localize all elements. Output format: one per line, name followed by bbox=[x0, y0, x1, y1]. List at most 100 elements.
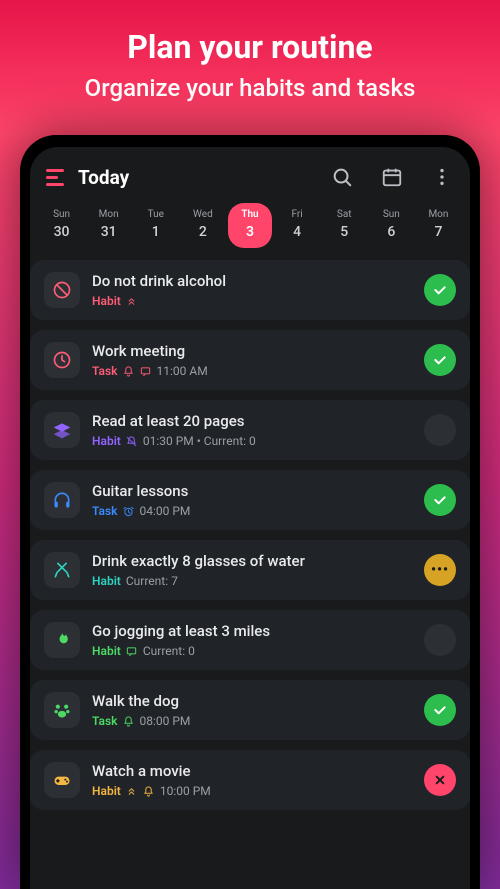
day-6[interactable]: Sun 6 bbox=[370, 203, 413, 248]
list-item[interactable]: Do not drink alcohol Habit bbox=[30, 260, 470, 320]
item-content: Read at least 20 pages Habit 01:30 PM • … bbox=[92, 412, 412, 448]
menu-icon[interactable] bbox=[46, 169, 64, 186]
item-name: Read at least 20 pages bbox=[92, 412, 412, 430]
day-3[interactable]: Thu 3 bbox=[228, 203, 271, 248]
item-content: Guitar lessons Task 04:00 PM bbox=[92, 482, 412, 518]
status-done[interactable] bbox=[424, 484, 456, 516]
day-num: 6 bbox=[387, 224, 395, 240]
item-name: Work meeting bbox=[92, 342, 412, 360]
comment-icon bbox=[140, 365, 152, 377]
day-dow: Thu bbox=[228, 209, 271, 220]
item-name: Drink exactly 8 glasses of water bbox=[92, 552, 412, 570]
status-none[interactable] bbox=[424, 624, 456, 656]
list-item[interactable]: Guitar lessons Task 04:00 PM bbox=[30, 470, 470, 530]
list-item[interactable]: Drink exactly 8 glasses of water Habit C… bbox=[30, 540, 470, 600]
ban-icon bbox=[44, 272, 80, 308]
item-detail: Current: 0 bbox=[143, 644, 195, 658]
status-fail[interactable] bbox=[424, 764, 456, 796]
item-detail: 04:00 PM bbox=[140, 504, 191, 518]
search-icon[interactable] bbox=[330, 165, 354, 189]
item-name: Watch a movie bbox=[92, 762, 412, 780]
day-30[interactable]: Sun 30 bbox=[40, 203, 83, 248]
day-num: 31 bbox=[101, 224, 117, 240]
item-kind: Task bbox=[92, 504, 118, 518]
day-num: 5 bbox=[340, 224, 348, 240]
promo-title: Plan your routine bbox=[0, 28, 500, 66]
item-kind: Task bbox=[92, 714, 118, 728]
item-detail: 10:00 PM bbox=[160, 784, 211, 798]
day-5[interactable]: Sat 5 bbox=[323, 203, 366, 248]
day-num: 1 bbox=[152, 224, 160, 240]
priority-icon bbox=[126, 295, 138, 307]
item-detail: 01:30 PM • Current: 0 bbox=[143, 434, 256, 448]
headphones-icon bbox=[44, 482, 80, 518]
day-num: 4 bbox=[293, 224, 301, 240]
utensils-icon bbox=[44, 552, 80, 588]
day-dow: Fri bbox=[276, 209, 319, 220]
item-kind: Habit bbox=[92, 644, 121, 658]
list-item[interactable]: Work meeting Task 11:00 AM bbox=[30, 330, 470, 390]
bell-icon bbox=[123, 365, 135, 377]
day-dow: Mon bbox=[417, 209, 460, 220]
list-item[interactable]: Go jogging at least 3 miles Habit Curren… bbox=[30, 610, 470, 670]
calendar-icon[interactable] bbox=[380, 165, 404, 189]
item-kind: Habit bbox=[92, 294, 121, 308]
status-none[interactable] bbox=[424, 414, 456, 446]
book-icon bbox=[44, 412, 80, 448]
status-done[interactable] bbox=[424, 694, 456, 726]
bell-icon bbox=[123, 715, 135, 727]
item-name: Do not drink alcohol bbox=[92, 272, 412, 290]
flame-icon bbox=[44, 622, 80, 658]
item-kind: Habit bbox=[92, 434, 121, 448]
day-4[interactable]: Fri 4 bbox=[276, 203, 319, 248]
item-detail: Current: 7 bbox=[126, 574, 178, 588]
item-content: Watch a movie Habit 10:00 PM bbox=[92, 762, 412, 798]
item-content: Go jogging at least 3 miles Habit Curren… bbox=[92, 622, 412, 658]
item-kind: Habit bbox=[92, 784, 121, 798]
item-content: Drink exactly 8 glasses of water Habit C… bbox=[92, 552, 412, 588]
list-item[interactable]: Watch a movie Habit 10:00 PM bbox=[30, 750, 470, 810]
bell-mute-icon bbox=[126, 435, 138, 447]
day-2[interactable]: Wed2 bbox=[181, 203, 224, 248]
day-num: 3 bbox=[246, 224, 254, 240]
week-strip: Sun 30 Mon 31 Tue 1 Wed2 Thu 3 Fri 4 Sat 5 Sun 6 Mon 7 bbox=[30, 203, 470, 260]
priority-icon bbox=[126, 785, 138, 797]
day-dow: Sun bbox=[40, 209, 83, 220]
item-content: Work meeting Task 11:00 AM bbox=[92, 342, 412, 378]
item-detail: 08:00 PM bbox=[140, 714, 191, 728]
day-num: 2 bbox=[199, 224, 207, 240]
status-pending[interactable]: ••• bbox=[424, 554, 456, 586]
item-kind: Task bbox=[92, 364, 118, 378]
more-icon[interactable] bbox=[430, 165, 454, 189]
alarm-icon bbox=[123, 505, 135, 517]
day-dow: Sun bbox=[370, 209, 413, 220]
habit-list: Do not drink alcohol Habit Work meeting … bbox=[30, 260, 470, 810]
day-dow: Sat bbox=[323, 209, 366, 220]
page-title: Today bbox=[78, 166, 304, 189]
day-num: 30 bbox=[54, 224, 70, 240]
gamepad-icon bbox=[44, 762, 80, 798]
day-num: 7 bbox=[434, 224, 442, 240]
promo-subtitle: Organize your habits and tasks bbox=[0, 74, 500, 102]
item-content: Walk the dog Task 08:00 PM bbox=[92, 692, 412, 728]
item-content: Do not drink alcohol Habit bbox=[92, 272, 412, 308]
list-item[interactable]: Read at least 20 pages Habit 01:30 PM • … bbox=[30, 400, 470, 460]
phone-frame: Today Sun 30 Mon 31 Tue 1 Wed2 Thu 3 Fri 4 Sat 5 Sun 6… bbox=[20, 135, 480, 889]
item-name: Go jogging at least 3 miles bbox=[92, 622, 412, 640]
status-done[interactable] bbox=[424, 274, 456, 306]
paw-icon bbox=[44, 692, 80, 728]
day-dow: Mon bbox=[87, 209, 130, 220]
item-detail: 11:00 AM bbox=[157, 364, 208, 378]
app-bar: Today bbox=[30, 147, 470, 203]
bell-icon bbox=[143, 785, 155, 797]
day-7[interactable]: Mon 7 bbox=[417, 203, 460, 248]
item-name: Walk the dog bbox=[92, 692, 412, 710]
day-31[interactable]: Mon 31 bbox=[87, 203, 130, 248]
item-name: Guitar lessons bbox=[92, 482, 412, 500]
day-dow: Tue bbox=[134, 209, 177, 220]
list-item[interactable]: Walk the dog Task 08:00 PM bbox=[30, 680, 470, 740]
day-1[interactable]: Tue 1 bbox=[134, 203, 177, 248]
status-done[interactable] bbox=[424, 344, 456, 376]
clock-icon bbox=[44, 342, 80, 378]
phone-screen: Today Sun 30 Mon 31 Tue 1 Wed2 Thu 3 Fri 4 Sat 5 Sun 6… bbox=[30, 147, 470, 889]
